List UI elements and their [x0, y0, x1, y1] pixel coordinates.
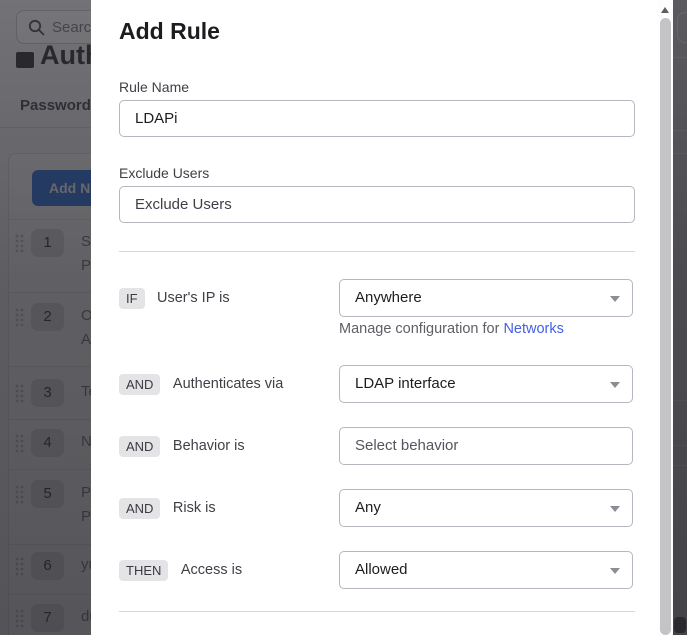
- condition-row-risk: AND Risk is Any: [119, 489, 635, 527]
- condition-badge: AND: [119, 374, 160, 395]
- chevron-down-icon: [610, 382, 620, 388]
- condition-label: Risk is: [173, 500, 216, 516]
- add-rule-modal: Add Rule Rule Name LDAPi Exclude Users E…: [91, 0, 658, 635]
- modal-title: Add Rule: [119, 18, 220, 45]
- authenticates-via-select[interactable]: LDAP interface: [339, 365, 633, 403]
- modal-scrollbar[interactable]: [658, 0, 673, 635]
- arrow-up-icon: [661, 7, 669, 13]
- screen: Search Auth Password Add New 1 Ste Pol 2: [0, 0, 687, 635]
- ip-select-value: Anywhere: [355, 289, 422, 306]
- behavior-input[interactable]: Select behavior: [339, 427, 633, 465]
- authenticates-via-value: LDAP interface: [355, 375, 456, 392]
- behavior-placeholder: Select behavior: [355, 437, 458, 454]
- networks-link[interactable]: Networks: [503, 321, 563, 337]
- exclude-users-label: Exclude Users: [119, 165, 209, 181]
- scrollbar-up-button[interactable]: [658, 0, 673, 17]
- chevron-down-icon: [610, 506, 620, 512]
- condition-row-auth: AND Authenticates via LDAP interface: [119, 365, 635, 403]
- rule-name-input[interactable]: LDAPi: [119, 100, 635, 137]
- scrollbar-thumb[interactable]: [660, 18, 671, 635]
- condition-badge: AND: [119, 436, 160, 457]
- risk-select-value: Any: [355, 499, 381, 516]
- condition-row-ip: IF User's IP is Anywhere: [119, 279, 635, 317]
- chevron-down-icon: [610, 568, 620, 574]
- helper-text: Manage configuration for: [339, 321, 503, 337]
- ip-select[interactable]: Anywhere: [339, 279, 633, 317]
- networks-helper: Manage configuration for Networks: [339, 321, 564, 337]
- footer-divider: [119, 611, 635, 612]
- condition-badge: AND: [119, 498, 160, 519]
- condition-row-behavior: AND Behavior is Select behavior: [119, 427, 635, 465]
- condition-row-access: THEN Access is Allowed: [119, 551, 635, 589]
- access-select-value: Allowed: [355, 561, 408, 578]
- access-select[interactable]: Allowed: [339, 551, 633, 589]
- condition-badge: THEN: [119, 560, 168, 581]
- condition-label: Access is: [181, 562, 242, 578]
- risk-select[interactable]: Any: [339, 489, 633, 527]
- condition-label: Behavior is: [173, 438, 245, 454]
- chevron-down-icon: [610, 296, 620, 302]
- exclude-users-input[interactable]: Exclude Users: [119, 186, 635, 223]
- condition-label: User's IP is: [157, 290, 230, 306]
- rule-name-label: Rule Name: [119, 79, 189, 95]
- condition-badge: IF: [119, 288, 145, 309]
- section-divider: [119, 251, 635, 252]
- condition-label: Authenticates via: [173, 376, 283, 392]
